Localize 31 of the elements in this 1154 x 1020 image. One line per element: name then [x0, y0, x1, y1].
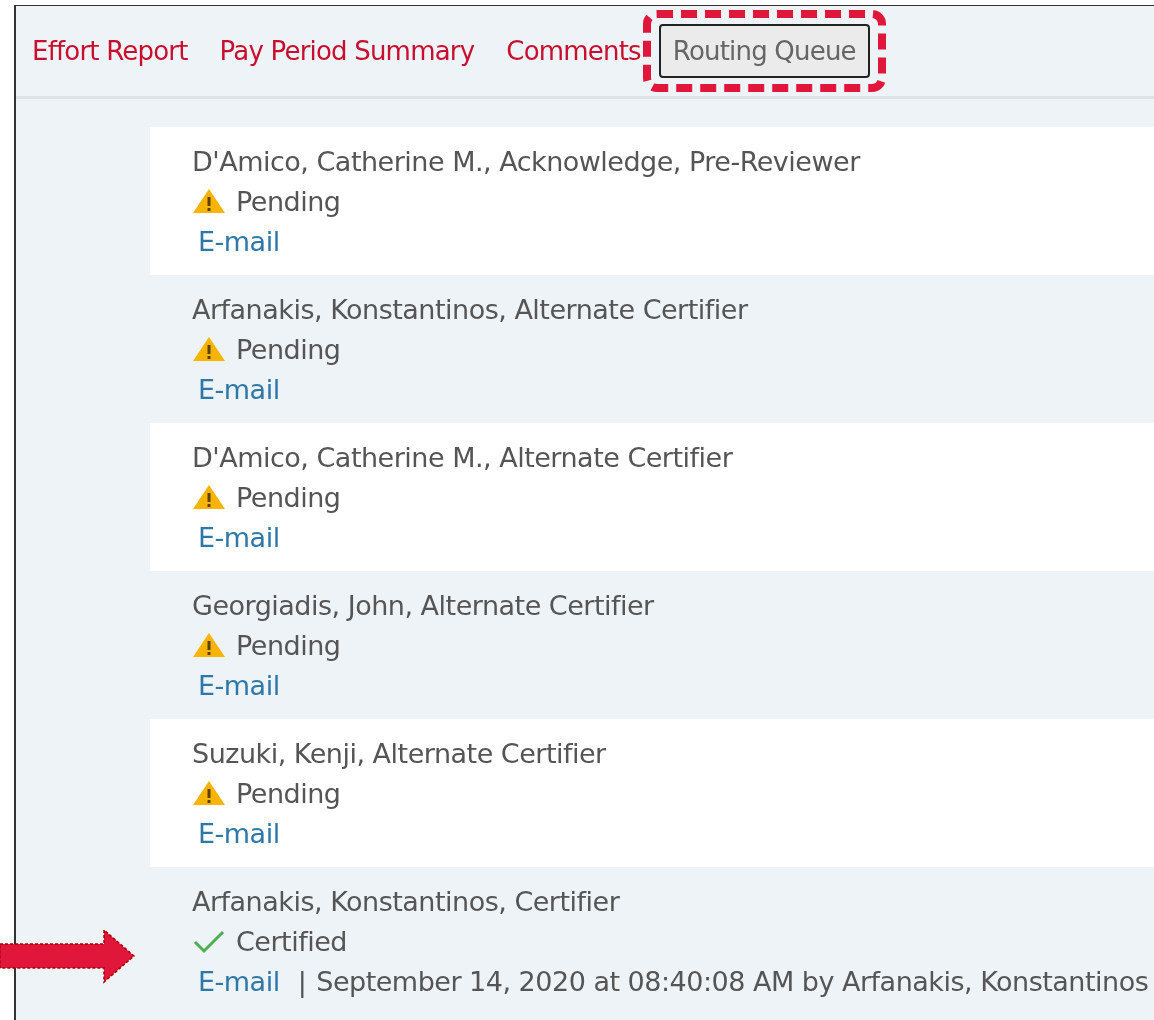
- arrow-icon: [0, 928, 136, 984]
- warning-icon: [192, 484, 226, 510]
- status-text: Pending: [236, 629, 341, 661]
- tab[interactable]: Comments: [492, 24, 655, 78]
- approver-name: D'Amico, Catherine M., Acknowledge, Pre-Reviewer: [192, 145, 860, 177]
- status-text: Pending: [236, 777, 341, 809]
- email-link[interactable]: E-mail: [198, 817, 280, 849]
- email-link[interactable]: E-mail: [198, 225, 280, 257]
- approver-name: D'Amico, Catherine M., Alternate Certifier: [192, 441, 733, 473]
- warning-icon: [192, 632, 226, 658]
- tab[interactable]: Effort Report: [18, 24, 202, 78]
- email-link[interactable]: E-mail: [198, 965, 280, 997]
- separator: |: [297, 965, 307, 997]
- approver-name: Arfanakis, Konstantinos, Certifier: [192, 885, 620, 917]
- approver-name: Georgiadis, John, Alternate Certifier: [192, 589, 654, 621]
- warning-icon: [192, 188, 226, 214]
- certification-detail: September 14, 2020 at 08:40:08 AM by Arfanakis, Konstantinos: [316, 965, 1149, 997]
- email-link[interactable]: E-mail: [198, 373, 280, 405]
- status-text: Pending: [236, 481, 341, 513]
- email-link[interactable]: E-mail: [198, 669, 280, 701]
- tab[interactable]: Routing Queue: [658, 24, 870, 78]
- approver-name: Suzuki, Kenji, Alternate Certifier: [192, 737, 606, 769]
- status-text: Certified: [236, 925, 347, 957]
- status-text: Pending: [236, 333, 341, 365]
- tab[interactable]: Pay Period Summary: [205, 24, 489, 78]
- email-link[interactable]: E-mail: [198, 521, 280, 553]
- warning-icon: [192, 336, 226, 362]
- approver-name: Arfanakis, Konstantinos, Alternate Certifier: [192, 293, 748, 325]
- status-text: Pending: [236, 185, 341, 217]
- checkmark-icon: [192, 928, 226, 954]
- warning-icon: [192, 780, 226, 806]
